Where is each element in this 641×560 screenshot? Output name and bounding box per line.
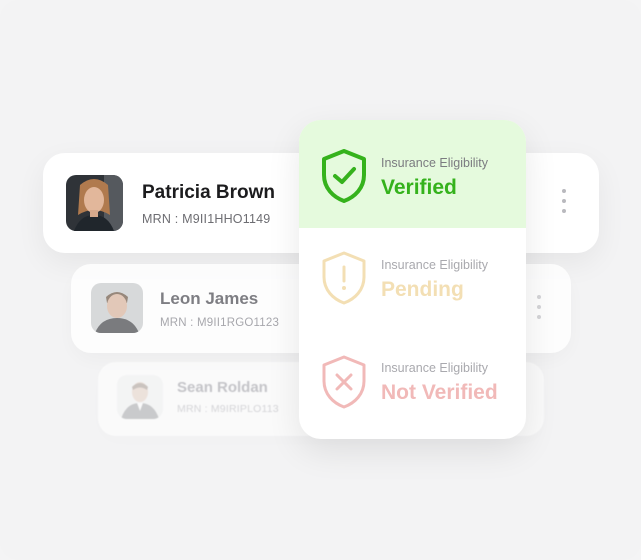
- eligibility-status: Pending: [381, 278, 464, 301]
- eligibility-label: Insurance Eligibility: [381, 258, 488, 272]
- eligibility-option-not-verified[interactable]: Insurance Eligibility Not Verified: [299, 332, 526, 439]
- patient-mrn: MRN : M9II1RGO1123: [160, 317, 280, 329]
- eligibility-label: Insurance Eligibility: [381, 361, 488, 375]
- avatar: [91, 283, 143, 333]
- insurance-eligibility-panel: Insurance Eligibility Verified Insurance…: [299, 120, 526, 439]
- eligibility-status: Not Verified: [381, 381, 498, 404]
- patient-name: Leon James: [160, 289, 259, 308]
- patient-mrn: MRN : M9II1HHO1149: [142, 212, 271, 226]
- patient-photo: [117, 375, 163, 419]
- patient-photo: [91, 283, 143, 333]
- patient-name: Patricia Brown: [142, 182, 276, 203]
- shield-exclamation-icon: [322, 251, 366, 305]
- eligibility-option-pending[interactable]: Insurance Eligibility Pending: [299, 228, 526, 332]
- shield-x-icon: [322, 355, 366, 409]
- eligibility-status: Verified: [381, 176, 457, 199]
- avatar: [66, 175, 123, 231]
- eligibility-option-verified[interactable]: Insurance Eligibility Verified: [299, 120, 526, 228]
- more-options-icon[interactable]: [559, 189, 569, 213]
- eligibility-label: Insurance Eligibility: [381, 156, 488, 170]
- avatar: [117, 375, 163, 419]
- shield-check-icon: [322, 149, 366, 203]
- patient-photo: [66, 175, 123, 231]
- more-options-icon[interactable]: [534, 295, 544, 319]
- patient-name: Sean Roldan: [177, 379, 268, 396]
- patient-mrn: MRN : M9IRIPLO113: [177, 403, 279, 415]
